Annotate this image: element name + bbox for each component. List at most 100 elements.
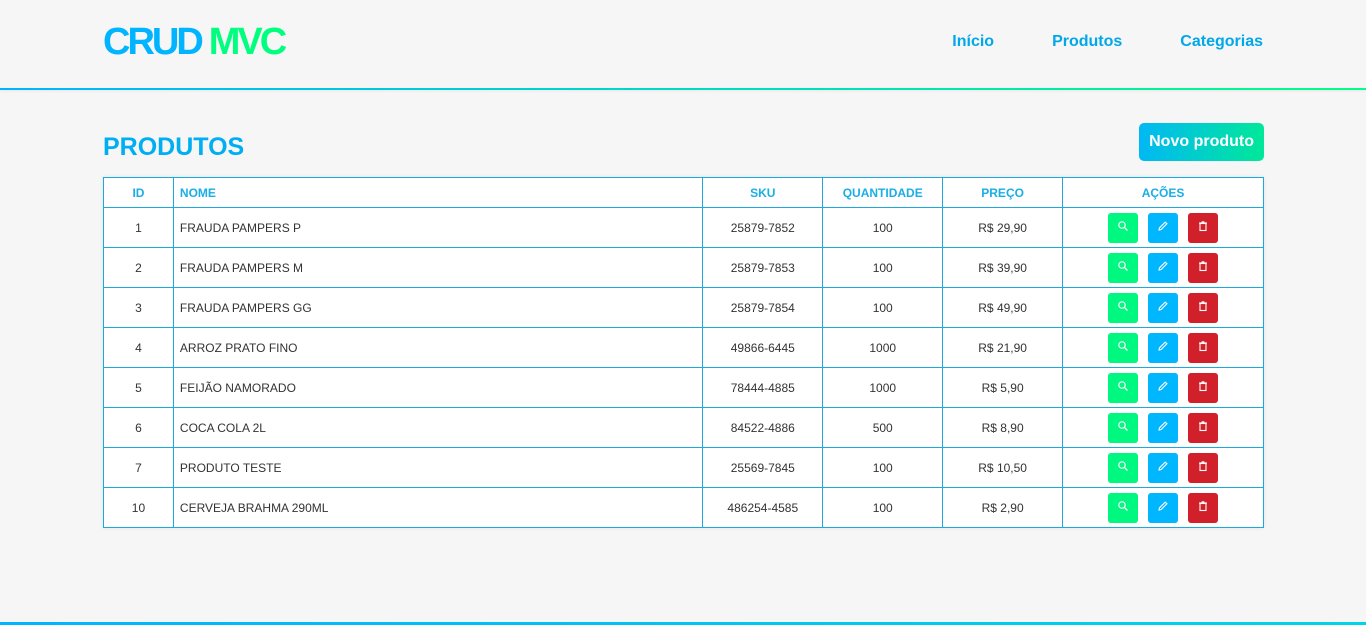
cell-sku: 25879-7853: [702, 247, 824, 288]
nav-link-inicio[interactable]: Início: [952, 33, 994, 51]
logo[interactable]: CRUD MVC: [103, 21, 287, 63]
delete-button[interactable]: [1188, 292, 1219, 323]
delete-button[interactable]: [1188, 452, 1219, 483]
cell-preco: R$ 10,50: [942, 447, 1064, 488]
cell-preco: R$ 29,90: [942, 207, 1064, 248]
cell-nome: FRAUDA PAMPERS GG: [172, 287, 704, 328]
view-button[interactable]: [1108, 212, 1139, 243]
edit-button[interactable]: [1148, 212, 1179, 243]
trash-icon: [1197, 420, 1209, 435]
site-header: CRUD MVC Início Produtos Categorias: [0, 0, 1366, 90]
cell-acoes: [1062, 287, 1264, 328]
table-row: 3 FRAUDA PAMPERS GG 25879-7854 100 R$ 49…: [103, 287, 1264, 328]
cell-id: 10: [103, 487, 174, 528]
delete-button[interactable]: [1188, 492, 1219, 523]
view-button[interactable]: [1108, 292, 1139, 323]
cell-id: 3: [103, 287, 174, 328]
cell-id: 7: [103, 447, 174, 488]
cell-sku: 78444-4885: [702, 367, 824, 408]
cell-preco: R$ 2,90: [942, 487, 1064, 528]
view-button[interactable]: [1108, 452, 1139, 483]
cell-sku: 49866-6445: [702, 327, 824, 368]
cell-quantidade: 100: [822, 287, 944, 328]
cell-acoes: [1062, 367, 1264, 408]
row-actions: [1063, 412, 1263, 443]
cell-acoes: [1062, 407, 1264, 448]
pencil-icon: [1157, 220, 1169, 235]
row-actions: [1063, 212, 1263, 243]
table-row: 4 ARROZ PRATO FINO 49866-6445 1000 R$ 21…: [103, 327, 1264, 368]
pencil-icon: [1157, 380, 1169, 395]
page-title: PRODUTOS: [103, 133, 245, 161]
logo-part-crud: CRUD: [103, 21, 204, 63]
edit-button[interactable]: [1148, 332, 1179, 363]
table-body: 1 FRAUDA PAMPERS P 25879-7852 100 R$ 29,…: [103, 207, 1264, 528]
edit-button[interactable]: [1148, 252, 1179, 283]
edit-button[interactable]: [1148, 372, 1179, 403]
trash-icon: [1197, 460, 1209, 475]
cell-nome: FRAUDA PAMPERS P: [172, 207, 704, 248]
delete-button[interactable]: [1188, 332, 1219, 363]
header-acoes: AÇÕES: [1062, 177, 1264, 208]
table-row: 5 FEIJÃO NAMORADO 78444-4885 1000 R$ 5,9…: [103, 367, 1264, 408]
delete-button[interactable]: [1188, 212, 1219, 243]
cell-quantidade: 1000: [822, 367, 944, 408]
delete-button[interactable]: [1188, 412, 1219, 443]
products-table: ID NOME SKU QUANTIDADE PREÇO AÇÕES 1 FRA…: [103, 177, 1264, 528]
pencil-icon: [1157, 300, 1169, 315]
edit-button[interactable]: [1148, 292, 1179, 323]
main-nav: Início Produtos Categorias: [952, 33, 1263, 51]
cell-nome: COCA COLA 2L: [172, 407, 704, 448]
row-actions: [1063, 292, 1263, 323]
cell-preco: R$ 39,90: [942, 247, 1064, 288]
delete-button[interactable]: [1188, 372, 1219, 403]
new-product-button[interactable]: Novo produto: [1139, 123, 1264, 161]
table-header-row: ID NOME SKU QUANTIDADE PREÇO AÇÕES: [103, 177, 1264, 208]
cell-id: 4: [103, 327, 174, 368]
view-button[interactable]: [1108, 372, 1139, 403]
edit-button[interactable]: [1148, 412, 1179, 443]
row-actions: [1063, 492, 1263, 523]
header-quantidade: QUANTIDADE: [822, 177, 944, 208]
delete-button[interactable]: [1188, 252, 1219, 283]
cell-acoes: [1062, 327, 1264, 368]
trash-icon: [1197, 220, 1209, 235]
edit-button[interactable]: [1148, 452, 1179, 483]
cell-sku: 25569-7845: [702, 447, 824, 488]
search-icon: [1117, 500, 1129, 515]
cell-acoes: [1062, 207, 1264, 248]
trash-icon: [1197, 260, 1209, 275]
cell-nome: CERVEJA BRAHMA 290ML: [172, 487, 704, 528]
search-icon: [1117, 460, 1129, 475]
cell-preco: R$ 5,90: [942, 367, 1064, 408]
trash-icon: [1197, 380, 1209, 395]
cell-id: 6: [103, 407, 174, 448]
cell-acoes: [1062, 447, 1264, 488]
nav-link-produtos[interactable]: Produtos: [1052, 33, 1122, 51]
pencil-icon: [1157, 500, 1169, 515]
cell-acoes: [1062, 247, 1264, 288]
table-row: 7 PRODUTO TESTE 25569-7845 100 R$ 10,50: [103, 447, 1264, 488]
pencil-icon: [1157, 260, 1169, 275]
trash-icon: [1197, 300, 1209, 315]
table-row: 6 COCA COLA 2L 84522-4886 500 R$ 8,90: [103, 407, 1264, 448]
nav-link-categorias[interactable]: Categorias: [1180, 33, 1263, 51]
cell-acoes: [1062, 487, 1264, 528]
view-button[interactable]: [1108, 492, 1139, 523]
view-button[interactable]: [1108, 332, 1139, 363]
pencil-icon: [1157, 340, 1169, 355]
cell-nome: ARROZ PRATO FINO: [172, 327, 704, 368]
cell-quantidade: 100: [822, 247, 944, 288]
cell-id: 5: [103, 367, 174, 408]
search-icon: [1117, 380, 1129, 395]
view-button[interactable]: [1108, 412, 1139, 443]
view-button[interactable]: [1108, 252, 1139, 283]
cell-preco: R$ 8,90: [942, 407, 1064, 448]
edit-button[interactable]: [1148, 492, 1179, 523]
pencil-icon: [1157, 460, 1169, 475]
cell-quantidade: 100: [822, 487, 944, 528]
cell-nome: PRODUTO TESTE: [172, 447, 704, 488]
table-row: 10 CERVEJA BRAHMA 290ML 486254-4585 100 …: [103, 487, 1264, 528]
header-preco: PREÇO: [942, 177, 1064, 208]
logo-part-mvc: MVC: [208, 21, 287, 63]
